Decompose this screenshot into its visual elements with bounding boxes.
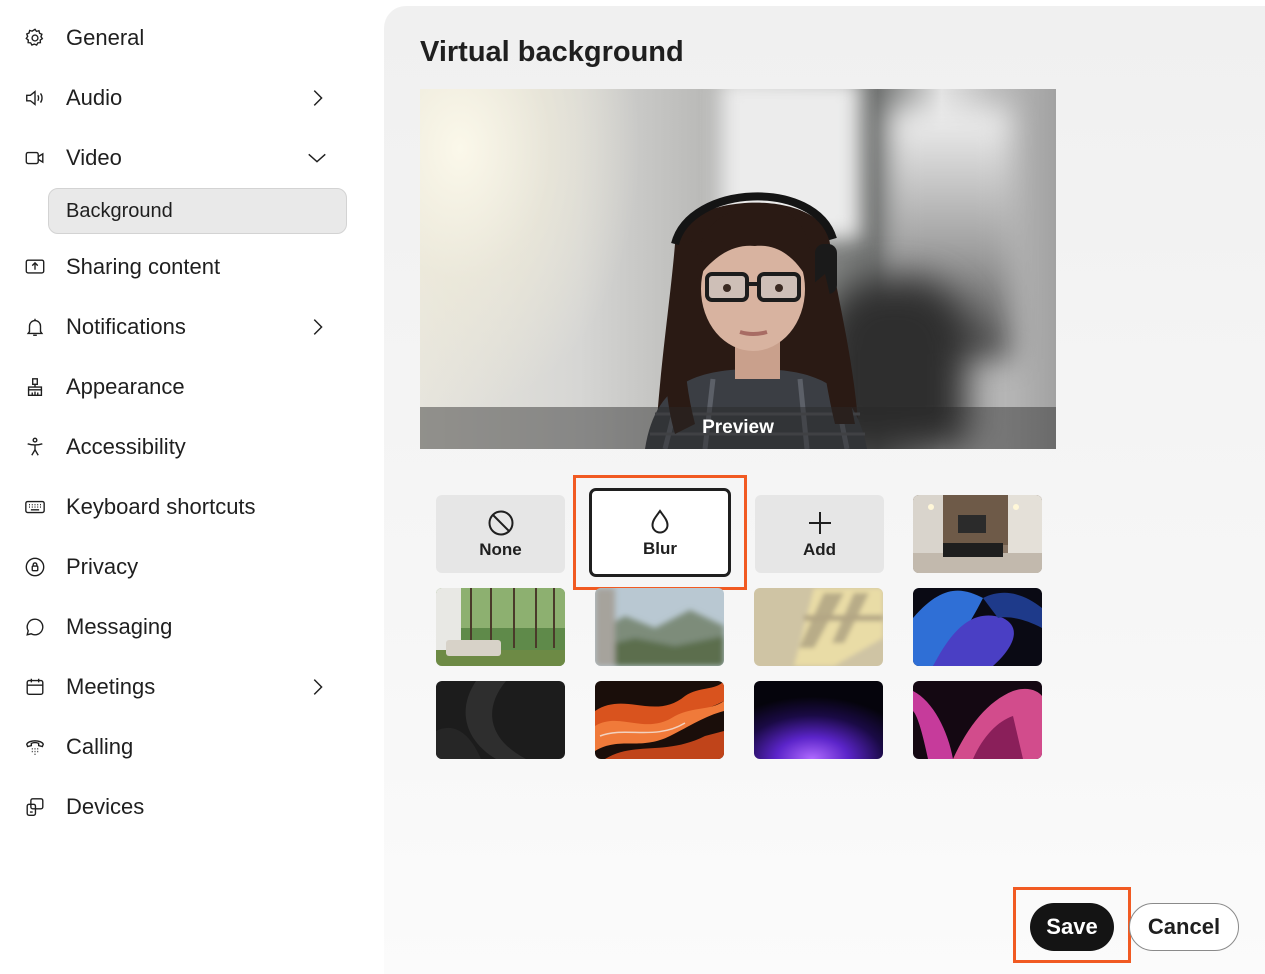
option-label: Blur <box>643 538 677 558</box>
background-thumbnail-orange-marble[interactable] <box>595 681 724 759</box>
gear-icon <box>24 27 46 49</box>
sidebar-item-label: Calling <box>66 734 134 759</box>
devices-icon <box>24 796 46 818</box>
sidebar-item-audio[interactable]: Audio <box>0 73 360 123</box>
chevron-right-icon[interactable] <box>306 87 328 109</box>
page-title: Virtual background <box>420 36 684 68</box>
background-thumbnail-pink-magenta[interactable] <box>913 681 1042 759</box>
sidebar-item-messaging[interactable]: Messaging <box>0 602 360 652</box>
sidebar-item-label: Privacy <box>66 554 139 579</box>
sidebar-item-accessibility[interactable]: Accessibility <box>0 422 360 472</box>
prohibited-icon <box>486 508 516 538</box>
sidebar-item-sharing-content[interactable]: Sharing content <box>0 242 360 292</box>
background-option-add[interactable]: Add <box>755 495 884 573</box>
privacy-icon <box>24 556 46 578</box>
sidebar-item-label: Accessibility <box>66 434 186 459</box>
background-thumbnail-window-shadows[interactable] <box>754 588 883 666</box>
background-thumbnail-living-room-forest[interactable] <box>436 588 565 666</box>
sidebar-item-label: Video <box>66 145 122 170</box>
sidebar-item-label: General <box>66 25 145 50</box>
phone-icon <box>24 736 46 758</box>
camera-preview: Preview <box>420 89 1056 449</box>
sidebar-item-general[interactable]: General <box>0 13 360 63</box>
chevron-right-icon[interactable] <box>306 316 328 338</box>
sidebar-item-label: Audio <box>66 85 123 110</box>
sidebar-item-label: Notifications <box>66 314 186 339</box>
sidebar-item-label: Meetings <box>66 674 156 699</box>
video-camera-icon <box>24 147 46 169</box>
sidebar-item-video[interactable]: Video <box>0 133 360 183</box>
background-option-blur[interactable]: Blur <box>589 488 731 577</box>
background-thumbnail-blue-purple-waves[interactable] <box>913 588 1042 666</box>
share-screen-icon <box>24 256 46 278</box>
chevron-down-icon[interactable] <box>306 147 328 169</box>
save-button[interactable]: Save <box>1030 903 1114 951</box>
sidebar-item-calling[interactable]: Calling <box>0 722 360 772</box>
background-thumbnail-office[interactable] <box>913 495 1042 573</box>
sidebar-item-label: Sharing content <box>66 254 221 279</box>
preview-caption-bar: Preview <box>420 407 1056 449</box>
bell-icon <box>24 316 46 338</box>
accessibility-icon <box>24 436 46 458</box>
sidebar-item-notifications[interactable]: Notifications <box>0 302 360 352</box>
sidebar-item-label: Messaging <box>66 614 173 639</box>
sidebar-subitem-label: Background <box>66 199 173 222</box>
option-label: None <box>479 540 522 559</box>
speaker-icon <box>24 87 46 109</box>
calendar-icon <box>24 676 46 698</box>
background-thumbnail-purple-glow[interactable] <box>754 681 883 759</box>
sidebar-item-label: Appearance <box>66 374 185 399</box>
settings-sidebar: General Audio Video Background Sharing c… <box>0 0 384 974</box>
settings-content-panel: Virtual background Preview None Blur Add <box>384 6 1265 974</box>
sidebar-item-label: Keyboard shortcuts <box>66 494 256 519</box>
sidebar-item-label: Devices <box>66 794 145 819</box>
background-option-none[interactable]: None <box>436 495 565 573</box>
sidebar-item-privacy[interactable]: Privacy <box>0 542 360 592</box>
background-thumbnail-dark-gray-curves[interactable] <box>436 681 565 759</box>
cancel-button[interactable]: Cancel <box>1129 903 1239 951</box>
background-thumbnail-blurred-mountains[interactable] <box>595 588 724 666</box>
sidebar-item-devices[interactable]: Devices <box>0 782 360 832</box>
sidebar-item-keyboard-shortcuts[interactable]: Keyboard shortcuts <box>0 482 360 532</box>
plus-icon <box>805 508 835 538</box>
option-label: Add <box>802 540 837 559</box>
preview-label: Preview <box>702 417 774 438</box>
chevron-right-icon[interactable] <box>306 676 328 698</box>
sidebar-item-appearance[interactable]: Appearance <box>0 362 360 412</box>
sidebar-subitem-background[interactable]: Background <box>48 188 347 234</box>
sidebar-item-meetings[interactable]: Meetings <box>0 662 360 712</box>
chat-bubble-icon <box>24 616 46 638</box>
droplet-icon <box>645 507 675 537</box>
keyboard-icon <box>24 496 46 518</box>
paint-brush-icon <box>24 376 46 398</box>
